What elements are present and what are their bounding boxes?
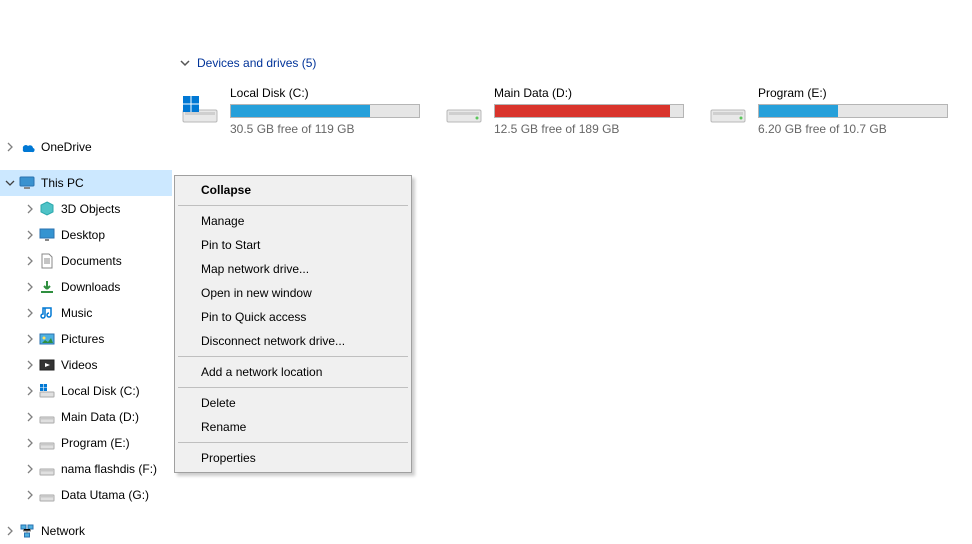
chevron-right-icon[interactable] xyxy=(24,333,36,345)
menu-separator xyxy=(178,356,408,357)
section-title: Devices and drives (5) xyxy=(197,56,316,70)
chevron-right-icon[interactable] xyxy=(24,307,36,319)
menu-item-delete[interactable]: Delete xyxy=(177,391,409,415)
drive-program-e-[interactable]: Program (E:) 6.20 GB free of 10.7 GB xyxy=(708,86,956,136)
menu-separator xyxy=(178,442,408,443)
drive-icon xyxy=(38,408,56,426)
drive-icon xyxy=(38,434,56,452)
tree-item-3d-objects[interactable]: 3D Objects xyxy=(0,196,172,222)
tree-item-label: Documents xyxy=(61,254,122,268)
tree-item-label: Music xyxy=(61,306,92,320)
drive-win-icon xyxy=(38,382,56,400)
menu-item-pin-to-start[interactable]: Pin to Start xyxy=(177,233,409,257)
pictures-icon xyxy=(38,330,56,348)
tree-item-local-disk-c-[interactable]: Local Disk (C:) xyxy=(0,378,172,404)
chevron-right-icon[interactable] xyxy=(24,411,36,423)
tree-item-label: Videos xyxy=(61,358,97,372)
documents-icon xyxy=(38,252,56,270)
chevron-down-icon[interactable] xyxy=(4,177,16,189)
drive-name: Local Disk (C:) xyxy=(230,86,428,100)
chevron-right-icon[interactable] xyxy=(24,489,36,501)
drive-main-data-d-[interactable]: Main Data (D:) 12.5 GB free of 189 GB xyxy=(444,86,692,136)
tree-item-label: This PC xyxy=(41,176,84,190)
drive-icon xyxy=(38,460,56,478)
tree-item-music[interactable]: Music xyxy=(0,300,172,326)
tree-item-network[interactable]: Network xyxy=(0,518,172,544)
onedrive-icon xyxy=(18,138,36,156)
chevron-right-icon[interactable] xyxy=(24,281,36,293)
tree-item-label: Data Utama (G:) xyxy=(61,488,149,502)
chevron-right-icon[interactable] xyxy=(24,463,36,475)
3d-icon xyxy=(38,200,56,218)
drive-local-disk-c-[interactable]: Local Disk (C:) 30.5 GB free of 119 GB xyxy=(180,86,428,136)
section-devices-drives[interactable]: Devices and drives (5) xyxy=(180,48,972,78)
drive-free-text: 12.5 GB free of 189 GB xyxy=(494,122,692,136)
drive-icon xyxy=(38,486,56,504)
drive-icon xyxy=(708,90,748,130)
drive-icon xyxy=(444,90,484,130)
menu-item-open-in-new-window[interactable]: Open in new window xyxy=(177,281,409,305)
videos-icon xyxy=(38,356,56,374)
tree-item-label: 3D Objects xyxy=(61,202,120,216)
downloads-icon xyxy=(38,278,56,296)
menu-item-disconnect-network-drive-[interactable]: Disconnect network drive... xyxy=(177,329,409,353)
storage-bar xyxy=(230,104,420,118)
menu-item-manage[interactable]: Manage xyxy=(177,209,409,233)
desktop-icon xyxy=(38,226,56,244)
menu-item-add-a-network-location[interactable]: Add a network location xyxy=(177,360,409,384)
chevron-right-icon[interactable] xyxy=(24,203,36,215)
thispc-icon xyxy=(18,174,36,192)
chevron-right-icon[interactable] xyxy=(24,255,36,267)
context-menu: Collapse ManagePin to StartMap network dr… xyxy=(174,175,412,473)
drive-name: Program (E:) xyxy=(758,86,956,100)
menu-separator xyxy=(178,205,408,206)
menu-item-rename[interactable]: Rename xyxy=(177,415,409,439)
chevron-right-icon[interactable] xyxy=(24,229,36,241)
tree-item-desktop[interactable]: Desktop xyxy=(0,222,172,248)
tree-item-data-utama-g-[interactable]: Data Utama (G:) xyxy=(0,482,172,508)
storage-bar xyxy=(494,104,684,118)
tree-item-label: Main Data (D:) xyxy=(61,410,139,424)
tree-item-pictures[interactable]: Pictures xyxy=(0,326,172,352)
tree-item-label: Program (E:) xyxy=(61,436,130,450)
tree-item-label: Desktop xyxy=(61,228,105,242)
tree-item-label: Network xyxy=(41,524,85,538)
storage-bar xyxy=(758,104,948,118)
drive-free-text: 6.20 GB free of 10.7 GB xyxy=(758,122,956,136)
tree-item-downloads[interactable]: Downloads xyxy=(0,274,172,300)
chevron-right-icon[interactable] xyxy=(24,437,36,449)
tree-item-this-pc[interactable]: This PC xyxy=(0,170,172,196)
drive-win-icon xyxy=(180,90,220,130)
menu-item-map-network-drive-[interactable]: Map network drive... xyxy=(177,257,409,281)
chevron-down-icon xyxy=(180,58,191,69)
drive-free-text: 30.5 GB free of 119 GB xyxy=(230,122,428,136)
chevron-right-icon[interactable] xyxy=(24,359,36,371)
chevron-right-icon[interactable] xyxy=(4,141,16,153)
tree-item-label: Pictures xyxy=(61,332,104,346)
tree-item-label: OneDrive xyxy=(41,140,92,154)
tree-item-onedrive[interactable]: OneDrive xyxy=(0,134,172,160)
menu-item-pin-to-quick-access[interactable]: Pin to Quick access xyxy=(177,305,409,329)
tree-item-program-e-[interactable]: Program (E:) xyxy=(0,430,172,456)
tree-item-label: Downloads xyxy=(61,280,120,294)
network-icon xyxy=(18,522,36,540)
chevron-right-icon[interactable] xyxy=(24,385,36,397)
navigation-pane: OneDrive This PC 3D Objects Desktop Documen… xyxy=(0,0,172,543)
tree-item-videos[interactable]: Videos xyxy=(0,352,172,378)
menu-item-collapse[interactable]: Collapse xyxy=(177,178,409,202)
drive-name: Main Data (D:) xyxy=(494,86,692,100)
tree-item-main-data-d-[interactable]: Main Data (D:) xyxy=(0,404,172,430)
chevron-right-icon[interactable] xyxy=(4,525,16,537)
menu-item-properties[interactable]: Properties xyxy=(177,446,409,470)
tree-item-label: Local Disk (C:) xyxy=(61,384,140,398)
tree-item-label: nama flashdis (F:) xyxy=(61,462,157,476)
tree-item-nama-flashdis-f-[interactable]: nama flashdis (F:) xyxy=(0,456,172,482)
tree-item-documents[interactable]: Documents xyxy=(0,248,172,274)
menu-separator xyxy=(178,387,408,388)
music-icon xyxy=(38,304,56,322)
